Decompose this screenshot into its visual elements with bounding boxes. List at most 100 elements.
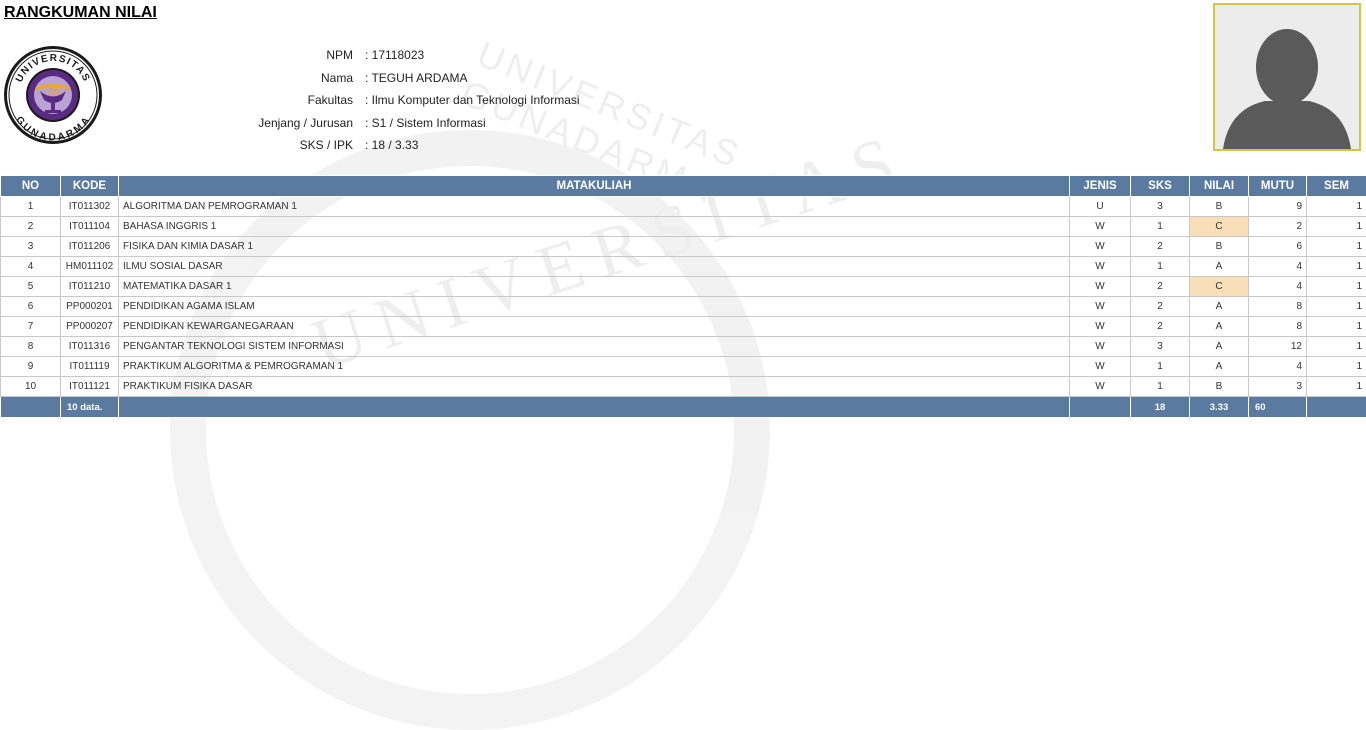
cell-mutu: 12 (1249, 337, 1307, 357)
info-row-npm: NPM : 17118023 (250, 44, 580, 67)
svg-text:UG: UG (46, 86, 60, 96)
profile-photo (1213, 3, 1361, 151)
cell-mutu: 3 (1249, 377, 1307, 397)
cell-mutu: 2 (1249, 217, 1307, 237)
info-row-sks-ipk: SKS / IPK : 18 / 3.33 (250, 134, 580, 157)
column-header-jenis[interactable]: JENIS (1070, 176, 1131, 197)
footer-total-sks: 18 (1131, 397, 1190, 418)
cell-kode: IT011206 (61, 237, 119, 257)
table-row: 7PP000207PENDIDIKAN KEWARGANEGARAANW2A81 (1, 317, 1366, 337)
cell-jenis: W (1070, 357, 1131, 377)
column-header-kode[interactable]: KODE (61, 176, 119, 197)
info-row-nama: Nama : TEGUH ARDAMA (250, 67, 580, 90)
cell-matakuliah: ALGORITMA DAN PEMROGRAMAN 1 (119, 197, 1070, 217)
cell-kode: IT011104 (61, 217, 119, 237)
cell-sem: 1 (1307, 357, 1366, 377)
cell-matakuliah: BAHASA INGGRIS 1 (119, 217, 1070, 237)
info-label: SKS / IPK (250, 138, 365, 152)
info-value: : 18 / 3.33 (365, 138, 418, 152)
cell-sks: 3 (1131, 197, 1190, 217)
cell-sem: 1 (1307, 317, 1366, 337)
cell-kode: HM011102 (61, 257, 119, 277)
cell-sks: 1 (1131, 257, 1190, 277)
column-header-mutu[interactable]: MUTU (1249, 176, 1307, 197)
cell-kode: IT011302 (61, 197, 119, 217)
cell-sem: 1 (1307, 237, 1366, 257)
cell-matakuliah: FISIKA DAN KIMIA DASAR 1 (119, 237, 1070, 257)
table-header-row: NO KODE MATAKULIAH JENIS SKS NILAI MUTU … (1, 176, 1366, 197)
cell-nilai: B (1190, 377, 1249, 397)
cell-kode: IT011210 (61, 277, 119, 297)
column-header-no[interactable]: NO (1, 176, 61, 197)
cell-mutu: 8 (1249, 317, 1307, 337)
cell-no: 1 (1, 197, 61, 217)
info-value: : TEGUH ARDAMA (365, 71, 467, 85)
cell-no: 4 (1, 257, 61, 277)
cell-mutu: 6 (1249, 237, 1307, 257)
footer-empty-cell (119, 397, 1070, 418)
cell-sks: 2 (1131, 237, 1190, 257)
cell-nilai: A (1190, 357, 1249, 377)
cell-sks: 1 (1131, 357, 1190, 377)
footer-empty-cell (1070, 397, 1131, 418)
cell-sem: 1 (1307, 337, 1366, 357)
cell-no: 8 (1, 337, 61, 357)
cell-no: 2 (1, 217, 61, 237)
column-header-sem[interactable]: SEM (1307, 176, 1366, 197)
cell-kode: PP000207 (61, 317, 119, 337)
info-value: : Ilmu Komputer dan Teknologi Informasi (365, 93, 580, 107)
cell-sem: 1 (1307, 217, 1366, 237)
cell-jenis: W (1070, 257, 1131, 277)
cell-kode: IT011119 (61, 357, 119, 377)
info-label: Nama (250, 71, 365, 85)
cell-kode: IT011316 (61, 337, 119, 357)
cell-no: 6 (1, 297, 61, 317)
cell-nilai: C (1190, 217, 1249, 237)
table-row: 10IT011121PRAKTIKUM FISIKA DASARW1B31 (1, 377, 1366, 397)
cell-matakuliah: ILMU SOSIAL DASAR (119, 257, 1070, 277)
cell-jenis: W (1070, 297, 1131, 317)
cell-no: 10 (1, 377, 61, 397)
column-header-nilai[interactable]: NILAI (1190, 176, 1249, 197)
table-row: 6PP000201PENDIDIKAN AGAMA ISLAMW2A81 (1, 297, 1366, 317)
cell-nilai: A (1190, 257, 1249, 277)
info-value: : 17118023 (365, 48, 424, 62)
cell-mutu: 4 (1249, 357, 1307, 377)
cell-sem: 1 (1307, 277, 1366, 297)
footer-empty-cell (1, 397, 61, 418)
cell-sem: 1 (1307, 197, 1366, 217)
cell-matakuliah: PRAKTIKUM FISIKA DASAR (119, 377, 1070, 397)
cell-jenis: U (1070, 197, 1131, 217)
cell-sem: 1 (1307, 297, 1366, 317)
table-row: 1IT011302ALGORITMA DAN PEMROGRAMAN 1U3B9… (1, 197, 1366, 217)
column-header-sks[interactable]: SKS (1131, 176, 1190, 197)
column-header-matakuliah[interactable]: MATAKULIAH (119, 176, 1070, 197)
cell-sks: 2 (1131, 317, 1190, 337)
cell-matakuliah: PRAKTIKUM ALGORITMA & PEMROGRAMAN 1 (119, 357, 1070, 377)
table-row: 5IT011210MATEMATIKA DASAR 1W2C41 (1, 277, 1366, 297)
cell-sks: 2 (1131, 277, 1190, 297)
cell-mutu: 8 (1249, 297, 1307, 317)
cell-sem: 1 (1307, 377, 1366, 397)
cell-sks: 1 (1131, 217, 1190, 237)
cell-kode: PP000201 (61, 297, 119, 317)
cell-nilai: B (1190, 237, 1249, 257)
cell-mutu: 9 (1249, 197, 1307, 217)
cell-sks: 3 (1131, 337, 1190, 357)
cell-mutu: 4 (1249, 277, 1307, 297)
cell-no: 7 (1, 317, 61, 337)
table-row: 8IT011316PENGANTAR TEKNOLOGI SISTEM INFO… (1, 337, 1366, 357)
cell-nilai: A (1190, 297, 1249, 317)
cell-matakuliah: PENDIDIKAN KEWARGANEGARAAN (119, 317, 1070, 337)
info-row-jenjang: Jenjang / Jurusan : S1 / Sistem Informas… (250, 112, 580, 135)
footer-ipk: 3.33 (1190, 397, 1249, 418)
cell-sks: 1 (1131, 377, 1190, 397)
profile-placeholder-icon (1215, 5, 1359, 149)
cell-kode: IT011121 (61, 377, 119, 397)
cell-matakuliah: MATEMATIKA DASAR 1 (119, 277, 1070, 297)
table-row: 2IT011104BAHASA INGGRIS 1W1C21 (1, 217, 1366, 237)
info-label: Fakultas (250, 93, 365, 107)
cell-jenis: W (1070, 237, 1131, 257)
footer-empty-cell (1307, 397, 1366, 418)
cell-matakuliah: PENDIDIKAN AGAMA ISLAM (119, 297, 1070, 317)
